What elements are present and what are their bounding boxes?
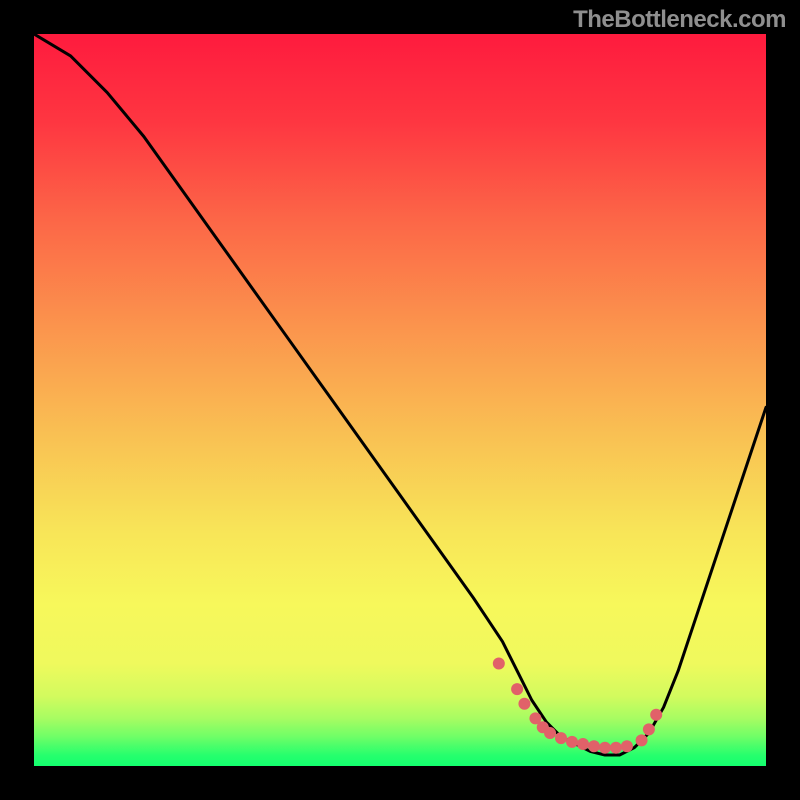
marker-dot (643, 723, 655, 735)
marker-dot (518, 698, 530, 710)
plot-area (34, 34, 766, 766)
marker-dot (650, 709, 662, 721)
marker-dot (636, 734, 648, 746)
marker-dot (610, 742, 622, 754)
chart-container: TheBottleneck.com (0, 0, 800, 800)
marker-dot (511, 683, 523, 695)
watermark-text: TheBottleneck.com (573, 6, 786, 34)
marker-dot (555, 732, 567, 744)
marker-dot (599, 742, 611, 754)
marker-dot (544, 727, 556, 739)
marker-dot (621, 740, 633, 752)
chart-svg (34, 34, 766, 766)
gradient-background (34, 34, 766, 766)
marker-dot (588, 740, 600, 752)
marker-dot (577, 738, 589, 750)
marker-dot (566, 736, 578, 748)
marker-dot (493, 658, 505, 670)
